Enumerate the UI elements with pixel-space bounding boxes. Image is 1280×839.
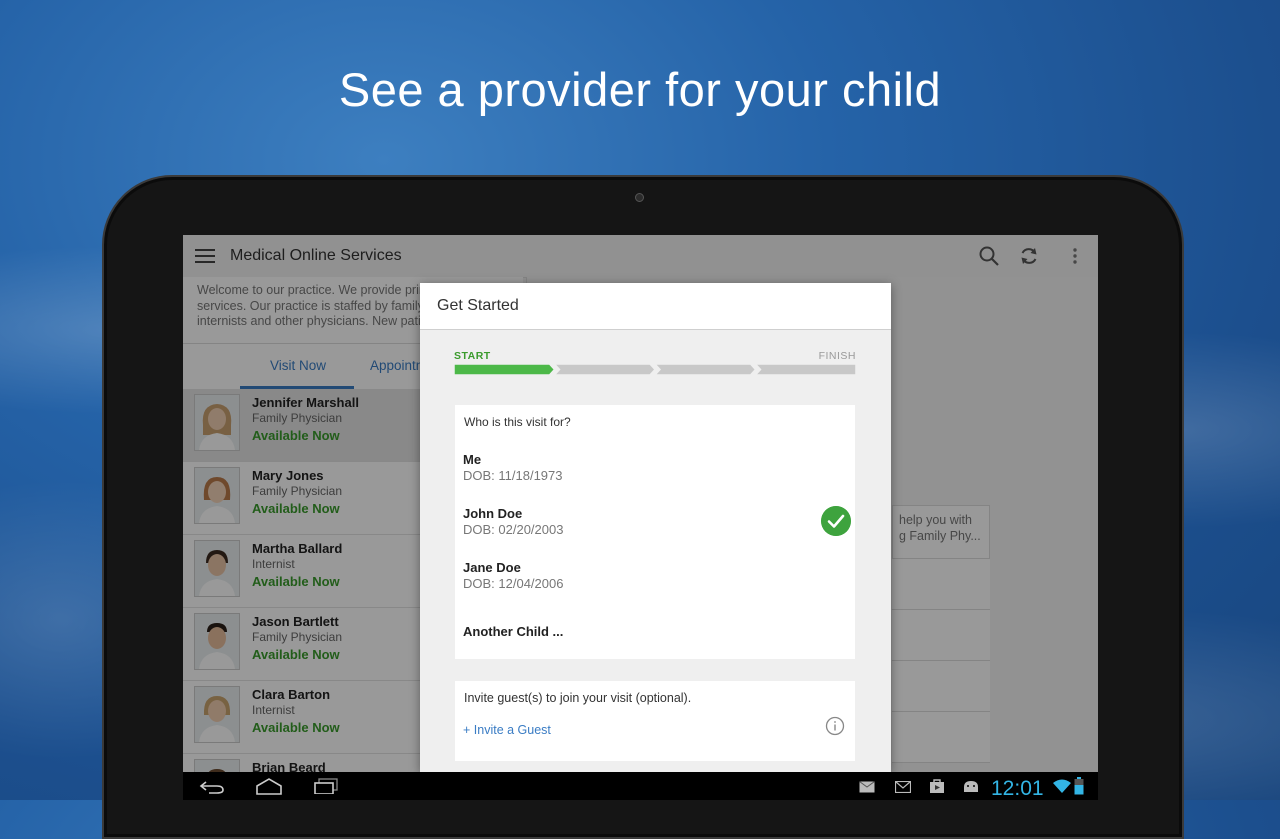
checkmark-icon — [821, 506, 851, 536]
patient-dob: DOB: 11/18/1973 — [463, 468, 563, 483]
wifi-icon — [1053, 779, 1071, 793]
email-notification-icon — [859, 781, 875, 793]
progress-step-segment — [653, 364, 757, 375]
system-navigation-bar: 12:01 — [183, 772, 1098, 800]
info-icon[interactable] — [825, 716, 845, 736]
clock: 12:01 — [991, 777, 1044, 800]
device-screen: Medical Online Services Welcome to our p… — [183, 235, 1098, 800]
patient-option-me[interactable]: Me DOB: 11/18/1973 — [463, 452, 848, 496]
patient-name: John Doe — [463, 506, 523, 521]
progress-step-segment — [553, 364, 657, 375]
battery-icon — [1074, 777, 1084, 795]
store-notification-icon — [930, 779, 944, 793]
dialog-header: Get Started — [420, 283, 891, 330]
patient-option-jane-doe[interactable]: Jane Doe DOB: 12/04/2006 — [463, 560, 848, 604]
dialog-title: Get Started — [437, 297, 519, 314]
back-icon[interactable] — [199, 780, 225, 794]
patient-name: Jane Doe — [463, 560, 521, 575]
gmail-notification-icon — [895, 781, 911, 793]
invite-guest-link[interactable]: + Invite a Guest — [463, 723, 551, 737]
patient-dob: DOB: 12/04/2006 — [463, 576, 564, 591]
recent-apps-icon[interactable] — [313, 778, 339, 794]
visit-for-question: Who is this visit for? — [464, 415, 571, 429]
patient-option-john-doe[interactable]: John Doe DOB: 02/20/2003 — [463, 506, 851, 550]
get-started-dialog: Get Started START FINISH Who is this vis… — [420, 283, 891, 772]
patient-name: Me — [463, 452, 482, 467]
patient-dob: DOB: 02/20/2003 — [463, 522, 564, 537]
step-progress-bar — [454, 364, 856, 375]
invite-guest-text: Invite guest(s) to join your visit (opti… — [464, 691, 692, 705]
patient-name: Another Child ... — [463, 624, 564, 639]
visit-for-card: Who is this visit for? Me DOB: 11/18/197… — [455, 405, 855, 659]
progress-step-segment — [454, 364, 556, 375]
camera-icon — [635, 193, 644, 202]
invite-guest-card: Invite guest(s) to join your visit (opti… — [455, 681, 855, 761]
progress-start-label: START — [454, 350, 491, 362]
android-notification-icon — [964, 781, 978, 792]
progress-step-segment — [754, 364, 856, 375]
progress-finish-label: FINISH — [818, 350, 856, 362]
headline: See a provider for your child — [338, 63, 942, 116]
patient-option-another-child[interactable]: Another Child ... — [463, 624, 848, 668]
home-icon[interactable] — [255, 777, 283, 795]
